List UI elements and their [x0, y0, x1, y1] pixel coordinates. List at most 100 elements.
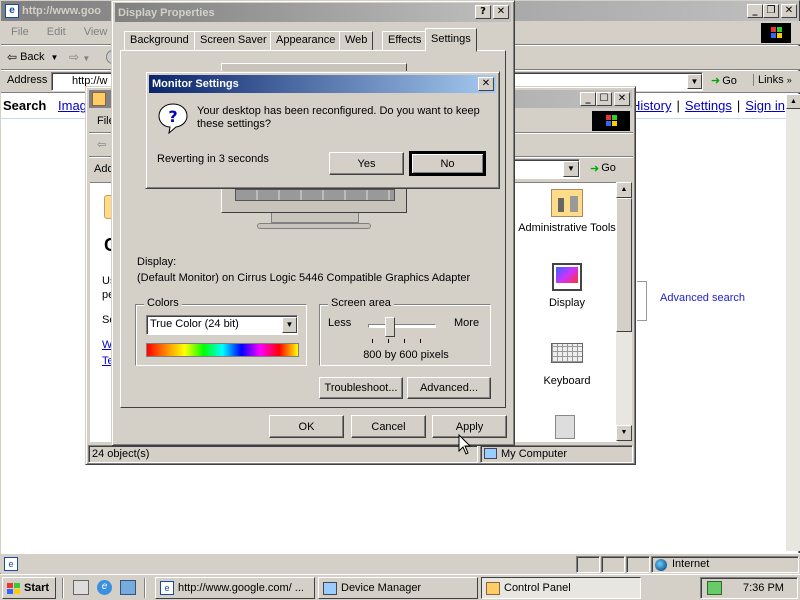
ie-links-label: Links	[758, 74, 784, 86]
google-history-link[interactable]: History	[631, 98, 671, 113]
dp-colors-label: Colors	[144, 297, 182, 309]
cp-go-button[interactable]: ➜ Go	[590, 162, 616, 175]
tab-web[interactable]: Web	[339, 31, 374, 51]
task-control-panel-label: Control Panel	[504, 582, 571, 594]
start-button[interactable]: Start	[2, 577, 56, 599]
cp-window-icon	[92, 92, 106, 106]
clock[interactable]: 7:36 PM	[743, 582, 784, 594]
ie-page-icon: e	[4, 557, 18, 571]
dp-resolution-slider-thumb[interactable]	[385, 317, 396, 337]
cp-address-dropdown-button[interactable]: ▼	[563, 161, 579, 177]
tab-appearance[interactable]: Appearance	[270, 31, 342, 51]
ms-yes-button[interactable]: Yes	[329, 152, 404, 175]
dp-display-label: Display:	[137, 256, 177, 268]
ie-statusbar: e Internet	[1, 553, 800, 574]
advanced-button[interactable]: Advanced...	[407, 377, 491, 399]
tab-background[interactable]: Background	[124, 31, 195, 51]
admin-tools-icon	[551, 189, 583, 217]
keyboard-icon	[551, 343, 583, 363]
ie-scrollbar[interactable]: ▲	[786, 94, 800, 551]
cp-item-display[interactable]: Display	[516, 263, 618, 309]
ie-menu-view[interactable]: View	[84, 26, 108, 38]
windows-logo-icon	[592, 111, 630, 131]
dp-titlebar[interactable]: Display Properties ? ✕	[115, 3, 511, 22]
ie-address-dropdown-button[interactable]: ▼	[687, 74, 702, 89]
dp-cancel-button[interactable]: Cancel	[351, 415, 426, 438]
ie-links-button[interactable]: Links »	[753, 74, 792, 86]
ms-close-button[interactable]: ✕	[478, 77, 494, 91]
ie-window-icon: e	[5, 4, 19, 18]
ms-no-button[interactable]: No	[409, 151, 486, 176]
ie-minimize-button[interactable]: _	[747, 4, 763, 18]
cp-item-admin-tools[interactable]: Administrative Tools	[516, 189, 618, 235]
dp-title: Display Properties	[118, 6, 215, 19]
google-signin-link[interactable]: Sign in	[745, 98, 785, 113]
outlook-quicklaunch-icon[interactable]	[120, 580, 136, 595]
mouse-cursor	[458, 434, 472, 455]
task-device-manager[interactable]: Device Manager	[318, 577, 478, 599]
control-panel-icon	[486, 581, 500, 595]
ie-task-icon: e	[160, 581, 174, 595]
display-properties-dialog: Display Properties ? ✕ Background Screen…	[111, 0, 515, 446]
globe-icon	[655, 559, 667, 571]
go-arrow-icon: ➜	[590, 163, 600, 175]
cp-item-admin-tools-label: Administrative Tools	[518, 222, 616, 234]
question-icon: ?	[157, 102, 189, 135]
cp-status-location: My Computer	[501, 448, 568, 460]
ie-zone-label: Internet	[672, 558, 710, 570]
cp-back-arrow-icon[interactable]: ⇦	[97, 138, 106, 151]
cp-scrollbar[interactable]: ▲ ▼	[616, 182, 632, 441]
ie-quicklaunch-icon[interactable]: e	[97, 580, 112, 595]
ie-address-label: Address	[7, 74, 48, 86]
cp-item-keyboard[interactable]: Keyboard	[516, 343, 618, 387]
ie-menu-file[interactable]: File	[11, 26, 29, 38]
windows-logo-icon	[761, 23, 791, 43]
google-images-link[interactable]: Imag	[58, 98, 87, 113]
dp-close-button[interactable]: ✕	[493, 5, 509, 19]
dp-colors-dropdown-button[interactable]: ▼	[282, 317, 297, 333]
ie-restore-button[interactable]: ❐	[763, 4, 779, 18]
dp-display-value: (Default Monitor) on Cirrus Logic 5446 C…	[137, 272, 471, 284]
ie-go-button[interactable]: ➜ Go	[711, 74, 737, 88]
cp-scroll-thumb[interactable]	[616, 198, 632, 332]
network-tray-icon[interactable]	[707, 581, 722, 595]
system-tray: 7:36 PM	[700, 577, 798, 599]
cp-item-display-label: Display	[548, 297, 586, 309]
show-desktop-icon[interactable]	[73, 580, 89, 595]
dp-less-label: Less	[328, 317, 352, 329]
cp-maximize-button[interactable]: ☐	[596, 92, 612, 106]
google-settings-link[interactable]: Settings	[685, 98, 732, 113]
dp-colors-select[interactable]: True Color (24 bit)	[146, 315, 298, 335]
device-manager-icon	[323, 581, 337, 595]
cp-close-button[interactable]: ✕	[614, 92, 630, 106]
google-advanced-search-link[interactable]: Advanced search	[660, 292, 745, 304]
task-ie-label: http://www.google.com/ ...	[178, 582, 304, 594]
ms-titlebar[interactable]: Monitor Settings ✕	[149, 75, 496, 93]
start-label: Start	[24, 582, 50, 594]
ie-back-button[interactable]: ⇦ Back ▼	[7, 50, 58, 64]
cp-item-partial-icon[interactable]	[551, 415, 581, 441]
taskbar: Start e e http://www.google.com/ ... Dev…	[0, 574, 800, 600]
task-control-panel[interactable]: Control Panel	[481, 577, 641, 599]
troubleshoot-button[interactable]: Troubleshoot...	[319, 377, 403, 399]
tab-settings[interactable]: Settings	[425, 28, 477, 52]
tab-effects[interactable]: Effects	[382, 31, 428, 51]
ie-close-button[interactable]: ✕	[781, 4, 797, 18]
dp-ok-button[interactable]: OK	[269, 415, 344, 438]
ie-forward-button[interactable]: ⇨ ▼	[69, 50, 90, 64]
dp-help-button[interactable]: ?	[475, 5, 491, 19]
cp-minimize-button[interactable]: _	[580, 92, 596, 106]
dp-resolution-slider-track[interactable]	[368, 324, 436, 328]
dp-colors-group: Colors True Color (24 bit) ▼	[135, 297, 307, 366]
my-computer-icon	[484, 448, 497, 459]
ie-menu-edit[interactable]: Edit	[47, 26, 66, 38]
dp-colors-value: True Color (24 bit)	[150, 318, 239, 330]
dp-slider-ticks	[372, 339, 436, 343]
task-internet-explorer[interactable]: e http://www.google.com/ ...	[155, 577, 315, 599]
cp-icon-view: Administrative Tools Display Keyboard	[516, 182, 618, 442]
svg-text:?: ?	[168, 107, 177, 126]
tab-screen-saver[interactable]: Screen Saver	[194, 31, 273, 51]
monitor-settings-dialog: Monitor Settings ✕ ? Your desktop has be…	[145, 71, 500, 189]
back-arrow-icon: ⇦	[7, 50, 18, 64]
google-search-tab[interactable]: Search	[3, 98, 46, 113]
